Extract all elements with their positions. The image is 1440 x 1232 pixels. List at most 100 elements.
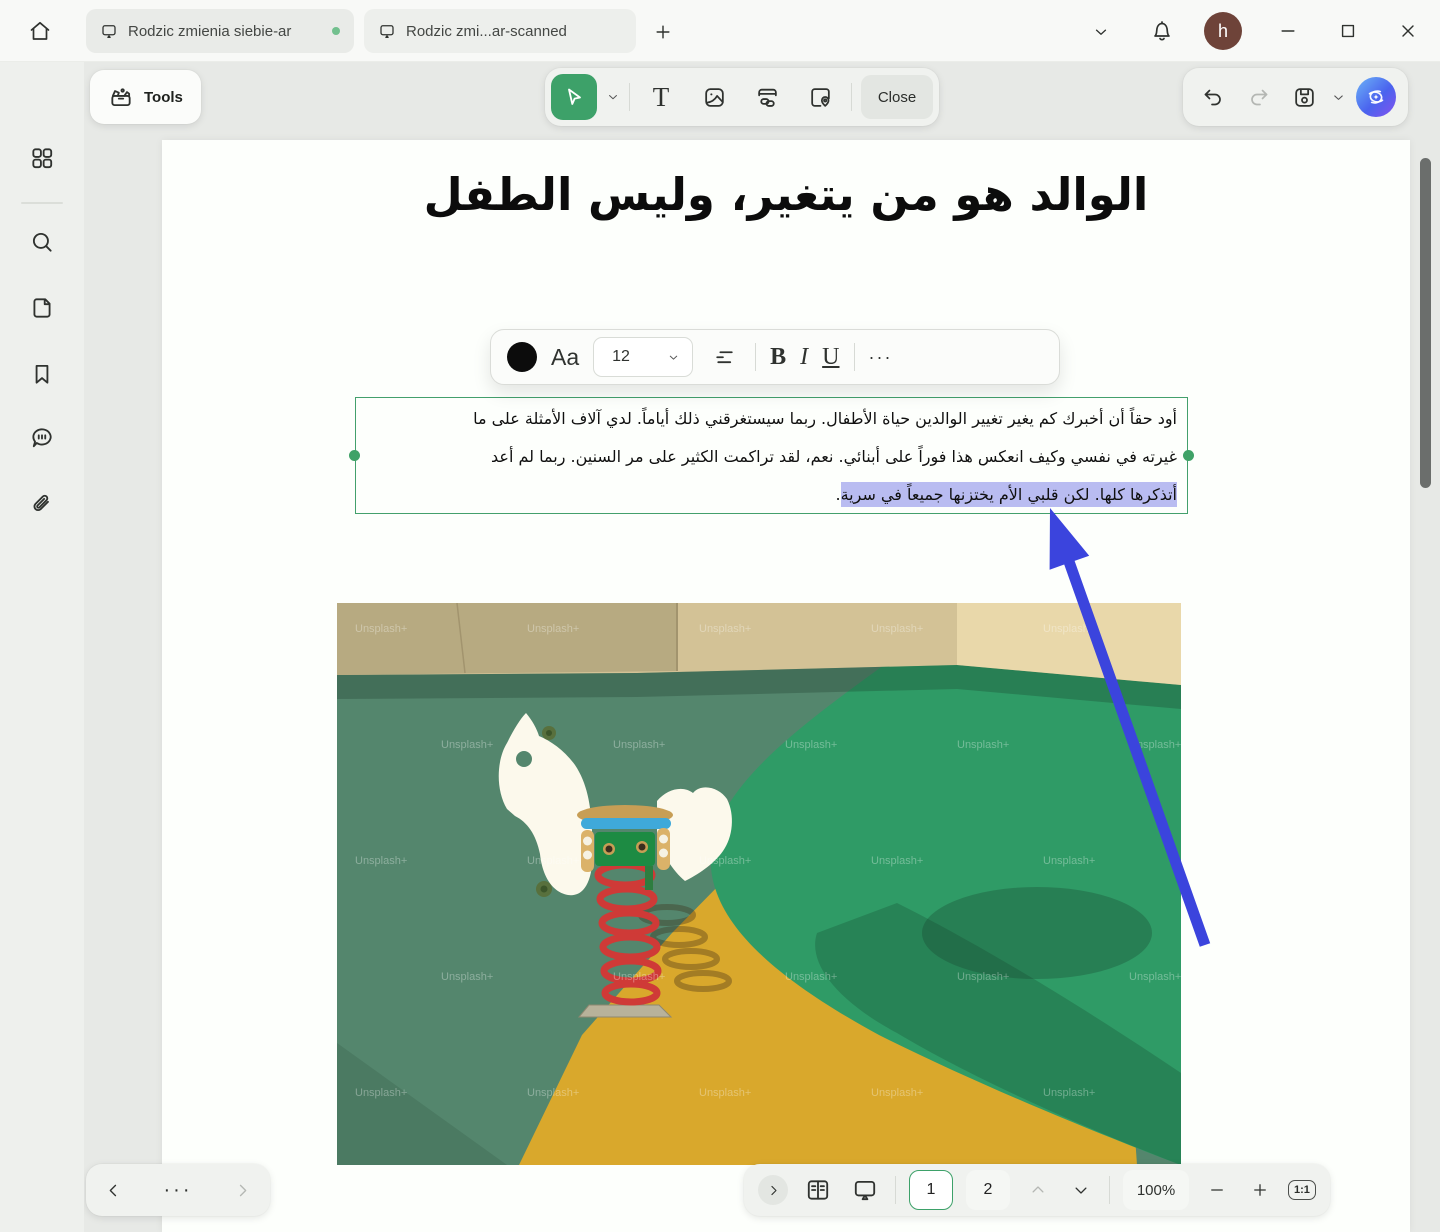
- zoom-in-button[interactable]: [1245, 1168, 1275, 1212]
- title-bar: Rodzic zmienia siebie-ar Rodzic zmi...ar…: [0, 0, 1440, 62]
- maximize-button[interactable]: [1332, 15, 1364, 47]
- sidebar-item-thumbnails[interactable]: [26, 142, 58, 174]
- align-icon: [712, 345, 737, 370]
- close-window-button[interactable]: [1392, 15, 1424, 47]
- vertical-scrollbar[interactable]: [1420, 158, 1431, 488]
- italic-button[interactable]: I: [800, 344, 808, 371]
- stamp-tool-button[interactable]: [798, 75, 842, 119]
- tab-rodzic-zmienia-siebie-ar[interactable]: Rodzic zmienia siebie-ar: [86, 9, 354, 53]
- expand-panel-button[interactable]: [758, 1175, 788, 1205]
- save-icon: [1292, 85, 1317, 110]
- presentation-button[interactable]: [848, 1168, 882, 1212]
- notifications-button[interactable]: [1144, 13, 1180, 49]
- page-nav-pill: ···: [86, 1164, 270, 1216]
- text-tool-button[interactable]: T: [639, 75, 683, 119]
- tabs-dropdown-button[interactable]: [1086, 17, 1116, 47]
- font-size-value: 12: [612, 348, 630, 366]
- text-edit-box[interactable]: أود حقاً أن أخبرك كم يغير تغيير الوالدين…: [355, 397, 1188, 514]
- toolbox-icon: [108, 84, 134, 110]
- alignment-button[interactable]: [707, 335, 741, 379]
- document-title[interactable]: الوالد هو من يتغير، وليس الطفل: [162, 168, 1410, 221]
- zoom-out-button[interactable]: [1202, 1168, 1232, 1212]
- selection-handle-left[interactable]: [349, 450, 360, 461]
- paragraph-line-2: غيرته في نفسي وكيف انعكس هذا فوراً على أ…: [366, 438, 1177, 476]
- more-format-options-button[interactable]: ···: [869, 347, 893, 368]
- text-format-toolbar: Aa 12 B I U ···: [490, 329, 1060, 385]
- search-icon: [29, 229, 55, 255]
- grid-icon: [29, 145, 55, 171]
- status-bar: 1 2 100% 1:1: [744, 1164, 1330, 1216]
- playground-photo[interactable]: Unsplash+Unsplash+Unsplash+Unsplash+Unsp…: [337, 603, 1181, 1165]
- toolbar-divider: [851, 83, 852, 111]
- page-button-2[interactable]: 2: [966, 1170, 1010, 1210]
- paragraph-line-3-tail: .: [835, 485, 840, 504]
- undo-button[interactable]: [1195, 75, 1231, 119]
- left-sidebar: [0, 62, 84, 1232]
- account-avatar[interactable]: h: [1204, 12, 1242, 50]
- bell-icon: [1150, 19, 1174, 43]
- save-options-chevron-icon[interactable]: [1331, 90, 1346, 105]
- select-tool-chevron-icon[interactable]: [606, 90, 620, 104]
- chevron-down-icon: [1092, 23, 1110, 41]
- redo-button[interactable]: [1241, 75, 1277, 119]
- cursor-icon: [562, 85, 586, 109]
- sidebar-item-search[interactable]: [26, 226, 58, 258]
- tools-button[interactable]: Tools: [90, 70, 201, 124]
- edit-toolbar: T Close: [545, 68, 939, 126]
- tools-label: Tools: [144, 89, 183, 106]
- font-color-button[interactable]: [507, 342, 537, 372]
- image-tool-button[interactable]: [692, 75, 736, 119]
- plus-icon: [1251, 1181, 1269, 1199]
- document-tab-icon: [378, 22, 396, 40]
- undo-icon: [1201, 85, 1225, 109]
- font-size-select[interactable]: 12: [593, 337, 693, 377]
- home-icon: [28, 19, 52, 43]
- status-divider: [895, 1176, 896, 1204]
- tab-rodzic-zmi-ar-scanned[interactable]: Rodzic zmi...ar-scanned: [364, 9, 636, 53]
- selection-handle-right[interactable]: [1183, 450, 1194, 461]
- page-nav-more-button[interactable]: ···: [164, 1179, 193, 1202]
- selected-text[interactable]: أتذكرها كلها. لكن قلبي الأم يختزنها جميع…: [841, 482, 1177, 507]
- status-divider: [1109, 1176, 1110, 1204]
- presentation-icon: [852, 1177, 878, 1203]
- link-tool-button[interactable]: [745, 75, 789, 119]
- history-toolbar: [1183, 68, 1408, 126]
- actual-size-button[interactable]: 1:1: [1288, 1180, 1316, 1200]
- home-button[interactable]: [22, 13, 58, 49]
- format-divider: [854, 343, 855, 371]
- sidebar-item-bookmarks[interactable]: [26, 358, 58, 390]
- ai-assistant-button[interactable]: [1356, 77, 1396, 117]
- sidebar-divider: [21, 202, 63, 204]
- minimize-icon: [1278, 21, 1298, 41]
- new-tab-button[interactable]: [648, 17, 678, 47]
- chevron-left-icon[interactable]: [104, 1181, 123, 1200]
- save-button[interactable]: [1287, 75, 1321, 119]
- font-style-button[interactable]: Aa: [551, 344, 579, 371]
- sidebar-item-pages[interactable]: [26, 292, 58, 324]
- select-tool-button[interactable]: [551, 74, 597, 120]
- chevron-up-icon: [1029, 1181, 1047, 1199]
- previous-page-button[interactable]: [1023, 1168, 1053, 1212]
- bold-button[interactable]: B: [770, 344, 786, 371]
- page-button-1[interactable]: 1: [909, 1170, 953, 1210]
- reading-view-button[interactable]: [801, 1168, 835, 1212]
- location-stamp-icon: [808, 85, 833, 110]
- photo-illustration: [337, 603, 1181, 1165]
- paragraph-line-1: أود حقاً أن أخبرك كم يغير تغيير الوالدين…: [366, 400, 1177, 438]
- chevron-right-icon: [766, 1183, 781, 1198]
- format-divider: [755, 343, 756, 371]
- chevron-down-icon: [667, 351, 680, 364]
- book-icon: [805, 1177, 831, 1203]
- close-edit-button[interactable]: Close: [861, 75, 933, 119]
- minimize-button[interactable]: [1272, 15, 1304, 47]
- comment-icon: [29, 425, 55, 451]
- sidebar-item-attachments[interactable]: [26, 488, 58, 520]
- tab-label: Rodzic zmienia siebie-ar: [128, 23, 291, 40]
- underline-button[interactable]: U: [822, 344, 839, 371]
- zoom-level-button[interactable]: 100%: [1123, 1170, 1189, 1210]
- chevron-right-icon[interactable]: [233, 1181, 252, 1200]
- plus-icon: [653, 22, 673, 42]
- sidebar-item-comments[interactable]: [26, 422, 58, 454]
- next-page-button[interactable]: [1066, 1168, 1096, 1212]
- image-icon: [702, 85, 727, 110]
